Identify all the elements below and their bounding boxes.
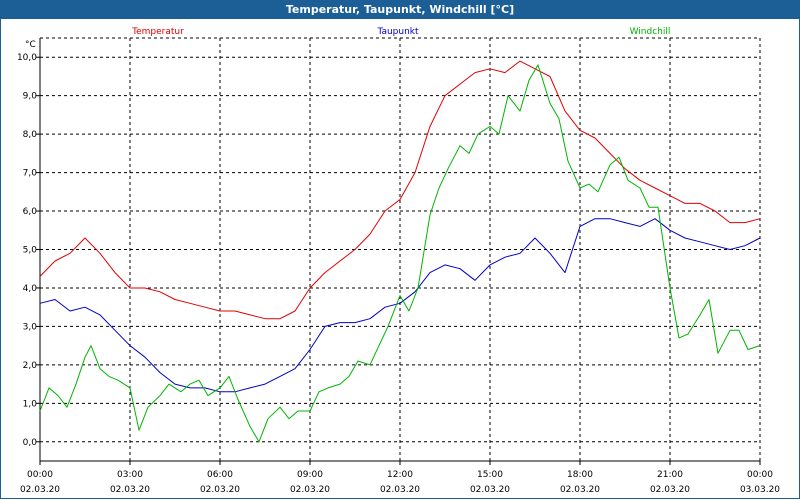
x-tick-label-date: 02.03.20 — [560, 485, 600, 495]
x-tick-label-time: 15:00 — [477, 470, 503, 480]
x-tick-label-date: 02.03.20 — [650, 485, 690, 495]
y-tick-label: 0,0 — [23, 438, 38, 448]
chart-svg: 0,0 1,0 2,0 3,0 4,0 5,0 6,0 7,0 8,0 9,0 10,0 00:00 0… — [17, 27, 780, 495]
y-tick-label: 7,0 — [23, 169, 38, 179]
y-tick-label: 10,0 — [17, 53, 37, 63]
x-tick-label-time: 03:00 — [117, 470, 143, 480]
chart-window: Temperatur, Taupunkt, Windchill [°C] 0,0… — [0, 0, 800, 500]
x-tick-label-date: 02.03.20 — [470, 485, 510, 495]
legend-temperatur: Temperatur — [131, 27, 184, 37]
x-tick-label-time: 12:00 — [387, 470, 413, 480]
x-tick-label-time: 00:00 — [27, 470, 53, 480]
y-tick-label: 5,0 — [23, 246, 38, 256]
y-tick-label: 4,0 — [23, 284, 38, 294]
x-tick-label-date: 02.03.20 — [200, 485, 240, 495]
x-tick-label-time: 18:00 — [567, 470, 593, 480]
x-tick-label-date: 02.03.20 — [380, 485, 420, 495]
x-tick-label-date: 02.03.20 — [20, 485, 60, 495]
x-tick-label-date: 02.03.20 — [110, 485, 150, 495]
y-tick-label: 8,0 — [23, 130, 38, 140]
grid — [40, 37, 761, 461]
windchill-line — [39, 64, 761, 443]
y-axis-unit-label: °C — [25, 40, 36, 50]
y-tick-label: 3,0 — [23, 322, 38, 332]
x-tick-label-date: 03.03.20 — [740, 485, 780, 495]
x-tick-label-time: 21:00 — [657, 470, 683, 480]
x-tick-label-time: 00:00 — [747, 470, 773, 480]
legend-taupunkt: Taupunkt — [376, 27, 419, 37]
y-tick-label: 1,0 — [23, 399, 38, 409]
legend-windchill: Windchill — [630, 27, 671, 37]
y-tick-label: 9,0 — [23, 92, 38, 102]
x-tick-label-time: 09:00 — [297, 470, 323, 480]
y-tick-label: 6,0 — [23, 207, 38, 217]
y-tick-label: 2,0 — [23, 361, 38, 371]
x-tick-label-time: 06:00 — [207, 470, 233, 480]
x-tick-label-date: 02.03.20 — [290, 485, 330, 495]
axes: 0,0 1,0 2,0 3,0 4,0 5,0 6,0 7,0 8,0 9,0 10,0 00:00 0… — [17, 38, 780, 495]
